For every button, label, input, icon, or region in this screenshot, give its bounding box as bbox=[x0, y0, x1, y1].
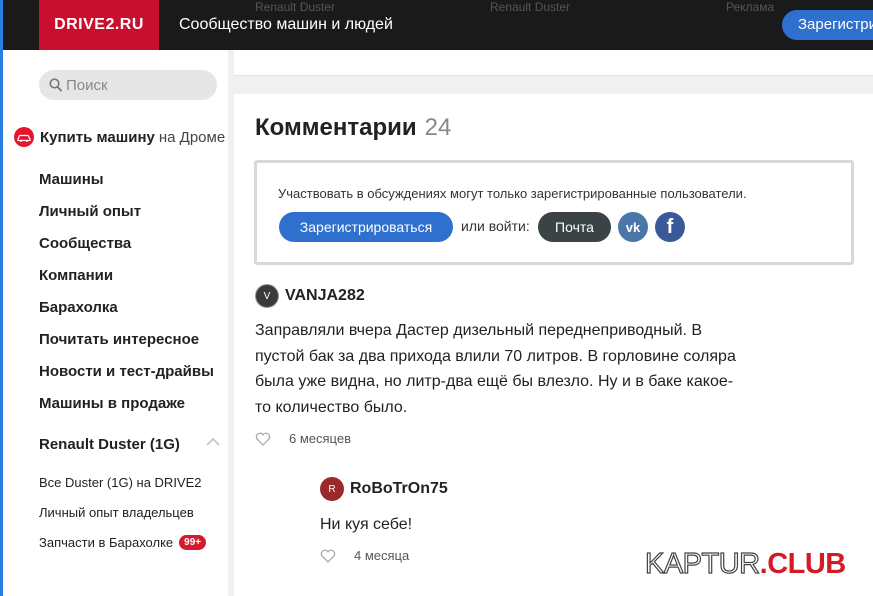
sub-item-spare-parts[interactable]: Запчасти в Барахолке 99+ bbox=[39, 526, 207, 556]
comments-heading: Комментарии 24 bbox=[255, 114, 451, 142]
comment-text: Заправляли вчера Дастер дизельный передн… bbox=[255, 322, 736, 416]
sidebar: Купить машину на Дроме Машины Личный опы… bbox=[3, 50, 228, 596]
login-notice: Участвовать в обсуждениях могут только з… bbox=[254, 160, 854, 265]
top-bar: DRIVE2.RU Сообщество машин и людей Renau… bbox=[0, 0, 873, 50]
nav-item-news[interactable]: Новости и тест-драйвы bbox=[39, 358, 214, 390]
sub-item-owner-experience[interactable]: Личный опыт владельцев bbox=[39, 496, 206, 526]
site-tagline: Сообщество машин и людей bbox=[179, 16, 393, 33]
nav-item-cars[interactable]: Машины bbox=[39, 166, 214, 198]
count-badge: 99+ bbox=[179, 534, 207, 550]
sub-item-label: Все Duster (1G) на DRIVE2 bbox=[39, 474, 202, 490]
register-button[interactable]: Зарегистрироваться bbox=[279, 212, 453, 242]
window-edge bbox=[0, 0, 3, 596]
search-box[interactable] bbox=[39, 70, 217, 100]
drom-car-icon bbox=[14, 127, 34, 147]
ghost-link[interactable]: Renault Duster bbox=[255, 0, 335, 14]
comment-text: Ни куя себе! bbox=[320, 516, 413, 533]
ghost-link[interactable]: Renault Duster bbox=[490, 0, 570, 14]
watermark-part: .CLUB bbox=[759, 548, 847, 580]
previous-card bbox=[234, 50, 873, 76]
nav-item-communities[interactable]: Сообщества bbox=[39, 230, 214, 262]
sub-item-all-duster[interactable]: Все Duster (1G) на DRIVE2 bbox=[39, 466, 206, 496]
comment: V VANJA282 bbox=[255, 284, 755, 308]
buy-car-sublabel: на Дроме bbox=[158, 128, 226, 146]
heart-icon[interactable] bbox=[320, 549, 336, 563]
notice-text: Участвовать в обсуждениях могут только з… bbox=[278, 186, 747, 201]
sub-item-label: Личный опыт владельцев bbox=[39, 504, 194, 520]
avatar[interactable]: V bbox=[255, 284, 279, 308]
comment-time[interactable]: 6 месяцев bbox=[289, 431, 351, 446]
comment-header: R RoBoTrOn75 bbox=[320, 477, 448, 501]
comment-header: V VANJA282 bbox=[255, 284, 755, 308]
nav-item-marketplace[interactable]: Барахолка bbox=[39, 294, 214, 326]
nav-item-reading[interactable]: Почитать интересное bbox=[39, 326, 214, 358]
comment-meta: 6 месяцев bbox=[255, 431, 351, 446]
comment-author[interactable]: RoBoTrOn75 bbox=[350, 480, 448, 498]
comment-author[interactable]: VANJA282 bbox=[285, 287, 365, 305]
buy-car-label: Купить машину bbox=[40, 128, 155, 146]
search-icon bbox=[49, 78, 62, 92]
comment-time[interactable]: 4 месяца bbox=[354, 548, 409, 563]
nav-item-experience[interactable]: Личный опыт bbox=[39, 198, 214, 230]
avatar[interactable]: R bbox=[320, 477, 344, 501]
heart-icon[interactable] bbox=[255, 432, 271, 446]
comments-title: Комментарии bbox=[255, 114, 417, 141]
car-group-title[interactable]: Renault Duster (1G) bbox=[39, 436, 180, 453]
watermark-part: KAPTUR bbox=[644, 547, 760, 580]
sub-item-label: Запчасти в Барахолке bbox=[39, 534, 174, 550]
search-input[interactable] bbox=[66, 75, 206, 95]
chevron-up-icon[interactable] bbox=[206, 437, 220, 446]
ghost-link[interactable]: Реклама bbox=[726, 0, 774, 14]
watermark-logo: KAPTUR.CLUB bbox=[644, 547, 847, 581]
comments-card: Комментарии 24 Участвовать в обсуждениях … bbox=[234, 94, 873, 596]
nav-item-companies[interactable]: Компании bbox=[39, 262, 214, 294]
comments-count: 24 bbox=[424, 114, 452, 141]
car-group-nav: Все Duster (1G) на DRIVE2 Личный опыт вл… bbox=[39, 466, 207, 556]
mail-login-button[interactable]: Почта bbox=[538, 212, 611, 242]
or-login-label: или войти: bbox=[461, 218, 530, 234]
vk-login-icon[interactable]: vk bbox=[618, 212, 648, 242]
main-nav: Машины Личный опыт Сообщества Компании Б… bbox=[39, 166, 214, 422]
comment-meta: 4 месяца bbox=[320, 548, 409, 563]
comment-reply: R RoBoTrOn75 bbox=[320, 477, 448, 501]
site-logo[interactable]: DRIVE2.RU bbox=[39, 0, 159, 50]
register-button-top[interactable]: Зарегистрироваться bbox=[782, 10, 873, 40]
nav-item-cars-for-sale[interactable]: Машины в продаже bbox=[39, 390, 214, 422]
buy-car-link[interactable]: Купить машину на Дроме bbox=[14, 127, 225, 147]
facebook-login-icon[interactable]: f bbox=[655, 212, 685, 242]
